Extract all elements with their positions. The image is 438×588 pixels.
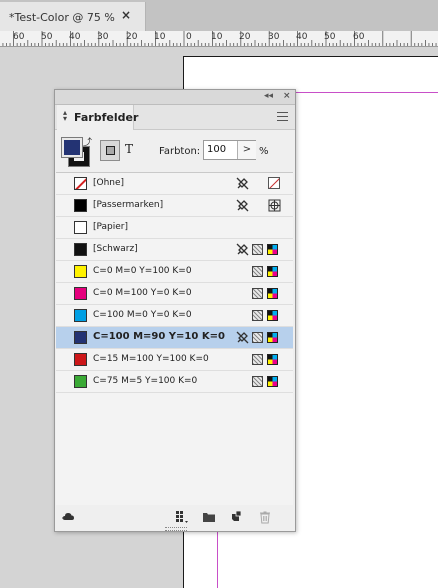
cmyk-icon	[267, 376, 278, 387]
ruler-label: 10	[154, 32, 166, 42]
new-swatch-icon[interactable]	[229, 510, 243, 524]
tint-value[interactable]: 100	[207, 144, 226, 155]
expand-arrows-icon[interactable]: ▴ ▾	[63, 109, 67, 123]
process-icon	[252, 310, 263, 321]
no-edit-icon	[236, 177, 249, 190]
delete-swatch-icon[interactable]	[258, 510, 272, 524]
swatch-label: C=0 M=0 Y=100 K=0	[93, 266, 192, 276]
close-icon[interactable]: ×	[283, 91, 291, 101]
ruler-label: 40	[69, 32, 81, 42]
panel-menu-icon[interactable]	[277, 112, 288, 121]
ruler-label: 30	[268, 32, 280, 42]
formatting-affects-text-button[interactable]: T	[125, 142, 133, 156]
swatch-row[interactable]: [Papier]	[56, 217, 293, 239]
process-icon	[252, 332, 263, 343]
ruler-label: 40	[296, 32, 308, 42]
swatch-label: C=15 M=100 Y=100 K=0	[93, 354, 209, 364]
ruler-label: 50	[41, 32, 53, 42]
swatch-label: [Schwarz]	[93, 244, 138, 254]
margin-guide	[294, 92, 438, 93]
tint-slider-arrow[interactable]: >	[237, 141, 256, 159]
process-icon	[252, 376, 263, 387]
no-edit-icon	[236, 199, 249, 212]
swatch-row[interactable]: C=100 M=90 Y=10 K=0	[56, 327, 293, 349]
cc-libraries-icon[interactable]	[62, 510, 76, 524]
collapse-icon[interactable]: ◂◂	[264, 91, 273, 101]
swatch-chip	[74, 177, 87, 190]
horizontal-ruler[interactable]: 60 50 40 30 20 10 0 10 20 30 40 50 60	[0, 31, 438, 47]
swatch-chip	[74, 243, 87, 256]
swatch-chip	[74, 265, 87, 278]
swatch-label: [Ohne]	[93, 178, 125, 188]
cmyk-icon	[267, 288, 278, 299]
ruler-label: 20	[126, 32, 138, 42]
ruler-label: 50	[324, 32, 336, 42]
swatch-row[interactable]: [Schwarz]	[56, 239, 293, 261]
ruler-label: 30	[97, 32, 109, 42]
process-icon	[252, 288, 263, 299]
swatch-label: C=100 M=0 Y=0 K=0	[93, 310, 192, 320]
cmyk-icon	[267, 244, 278, 255]
registration-icon	[268, 199, 281, 212]
panel-title: Farbfelder	[74, 111, 139, 124]
tab-swatches[interactable]: ▴ ▾ Farbfelder	[57, 105, 138, 130]
cmyk-icon	[267, 310, 278, 321]
no-edit-icon	[236, 331, 249, 344]
container-icon	[106, 146, 115, 155]
margin-guide	[217, 530, 218, 588]
swatch-label: C=100 M=90 Y=10 K=0	[93, 331, 225, 342]
document-tab-strip: *Test-Color @ 75 % ×	[0, 0, 438, 31]
process-icon	[252, 244, 263, 255]
swatch-label: C=0 M=100 Y=0 K=0	[93, 288, 192, 298]
swatch-row[interactable]: C=15 M=100 Y=100 K=0	[56, 349, 293, 371]
resize-grip[interactable]	[165, 527, 187, 531]
document-tab-title: *Test-Color @ 75 %	[9, 11, 115, 24]
swatch-controls: ⤴ T Farbton: 100 > %	[55, 131, 295, 173]
cmyk-icon	[267, 266, 278, 277]
swatch-chip	[74, 287, 87, 300]
swatch-chip	[74, 309, 87, 322]
swatch-views-icon[interactable]	[175, 510, 189, 524]
swatch-row[interactable]: C=75 M=5 Y=100 K=0	[56, 371, 293, 393]
none-icon	[268, 177, 280, 189]
swatch-row[interactable]: C=100 M=0 Y=0 K=0	[56, 305, 293, 327]
fill-swatch[interactable]	[61, 137, 83, 158]
ruler-label: 0	[186, 32, 192, 42]
swatch-row[interactable]: [Passermarken]	[56, 195, 293, 217]
swatch-label: C=75 M=5 Y=100 K=0	[93, 376, 198, 386]
swatch-row[interactable]: [Ohne]	[56, 173, 293, 195]
ruler-label: 10	[211, 32, 223, 42]
swatch-label: [Passermarken]	[93, 200, 164, 210]
document-tab[interactable]: *Test-Color @ 75 % ×	[0, 2, 146, 31]
panel-titlebar[interactable]: ◂◂ ×	[55, 90, 295, 105]
swatch-chip	[74, 353, 87, 366]
process-icon	[252, 266, 263, 277]
swatches-panel: ◂◂ × ▴ ▾ Farbfelder ⤴ T Farbton: 100 > % …	[54, 89, 296, 532]
swatch-chip	[74, 199, 87, 212]
cmyk-icon	[267, 332, 278, 343]
close-icon[interactable]: ×	[121, 8, 131, 22]
panel-header: ▴ ▾ Farbfelder	[55, 105, 295, 130]
panel-bottom-toolbar	[55, 505, 295, 529]
ruler-label: 20	[239, 32, 251, 42]
swatch-list[interactable]: [Ohne] [Passermarken] [Papier] [Schwarz] C=0…	[56, 172, 293, 509]
swatch-row[interactable]: C=0 M=0 Y=100 K=0	[56, 261, 293, 283]
ruler-label: 60	[353, 32, 365, 42]
swatch-row[interactable]: C=0 M=100 Y=0 K=0	[56, 283, 293, 305]
formatting-affects-container-button[interactable]	[100, 140, 120, 161]
ruler-label: 60	[13, 32, 25, 42]
cmyk-icon	[267, 354, 278, 365]
swatch-label: [Papier]	[93, 222, 129, 232]
no-edit-icon	[236, 243, 249, 256]
swatch-chip	[74, 331, 87, 344]
swatch-chip	[74, 375, 87, 388]
process-icon	[252, 354, 263, 365]
swatch-chip	[74, 221, 87, 234]
tint-label: Farbton:	[159, 146, 201, 157]
new-color-group-icon[interactable]	[202, 510, 216, 524]
tint-unit: %	[259, 146, 269, 157]
tint-field[interactable]: 100 >	[203, 140, 256, 160]
